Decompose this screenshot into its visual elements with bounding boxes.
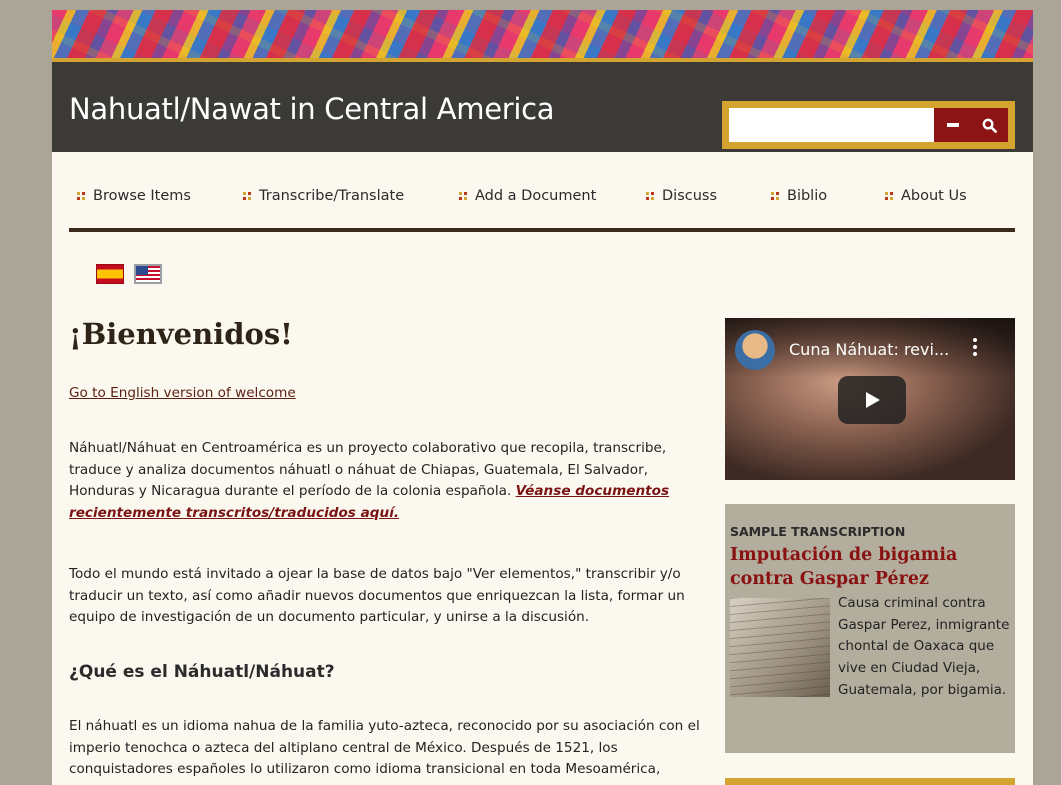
page-container: Nahuatl/Nawat in Central America Browse … — [52, 10, 1033, 785]
search-icon — [982, 118, 997, 133]
play-button[interactable] — [838, 376, 906, 424]
bullet-icon — [77, 192, 85, 200]
invitation-paragraph: Todo el mundo está invitado a ojear la b… — [69, 566, 685, 625]
spanish-flag-icon[interactable] — [96, 264, 124, 284]
us-flag-icon[interactable] — [134, 264, 162, 284]
english-version-link[interactable]: Go to English version of welcome — [69, 383, 296, 405]
bullet-icon — [771, 192, 779, 200]
nav-about-us[interactable]: About Us — [885, 188, 967, 204]
nav-transcribe-translate[interactable]: Transcribe/Translate — [243, 188, 404, 204]
search-form — [722, 101, 1015, 149]
nahuatl-description-paragraph: El náhuatl es un idioma nahua de la fami… — [69, 718, 700, 777]
bullet-icon — [459, 192, 467, 200]
nav-label: Add a Document — [475, 188, 597, 204]
section-heading: ¿Qué es el Náhuatl/Náhuat? — [69, 662, 335, 682]
nav-discuss[interactable]: Discuss — [646, 188, 717, 204]
site-header: Nahuatl/Nawat in Central America — [52, 62, 1033, 152]
main-content: ¡Bienvenidos! Go to English version of w… — [69, 314, 704, 777]
search-submit-button[interactable] — [971, 108, 1008, 142]
nav-add-document[interactable]: Add a Document — [459, 188, 596, 204]
nav-label: Biblio — [787, 188, 828, 204]
more-vertical-icon[interactable] — [972, 337, 978, 362]
sample-title-link[interactable]: Imputación de bigamia contra Gaspar Pére… — [730, 543, 1010, 591]
intro-paragraph: Náhuatl/Náhuat en Centroamérica es un pr… — [69, 438, 704, 524]
nav-label: Browse Items — [93, 188, 191, 204]
nav-label: Discuss — [662, 188, 718, 204]
nav-divider — [69, 228, 1015, 232]
sample-description-text: Causa criminal contra Gaspar Perez, inmi… — [838, 595, 1010, 698]
bullet-icon — [243, 192, 251, 200]
nav-label: Transcribe/Translate — [259, 188, 405, 204]
next-panel-border — [725, 778, 1015, 785]
sample-description: Causa criminal contra Gaspar Perez, inmi… — [730, 593, 1010, 702]
youtube-video-embed[interactable]: Cuna Náhuat: revi... — [725, 318, 1015, 480]
video-title[interactable]: Cuna Náhuat: revi... — [789, 340, 949, 359]
site-title[interactable]: Nahuatl/Nawat in Central America — [69, 92, 555, 126]
advanced-search-button[interactable] — [934, 108, 971, 142]
bullet-icon — [885, 192, 893, 200]
textile-banner — [52, 10, 1033, 58]
search-input[interactable] — [729, 108, 934, 142]
nav-label: About Us — [901, 188, 967, 204]
play-icon — [866, 392, 880, 408]
page-heading: ¡Bienvenidos! — [69, 317, 293, 351]
channel-avatar[interactable] — [735, 330, 775, 370]
main-nav: Browse Items Transcribe/Translate Add a … — [52, 152, 1033, 230]
bullet-icon — [646, 192, 654, 200]
nav-biblio[interactable]: Biblio — [771, 188, 827, 204]
minus-icon — [946, 123, 959, 127]
nav-browse-items[interactable]: Browse Items — [77, 188, 191, 204]
sample-transcription-panel: SAMPLE TRANSCRIPTION Imputación de bigam… — [725, 504, 1015, 753]
panel-kicker: SAMPLE TRANSCRIPTION — [730, 524, 906, 539]
